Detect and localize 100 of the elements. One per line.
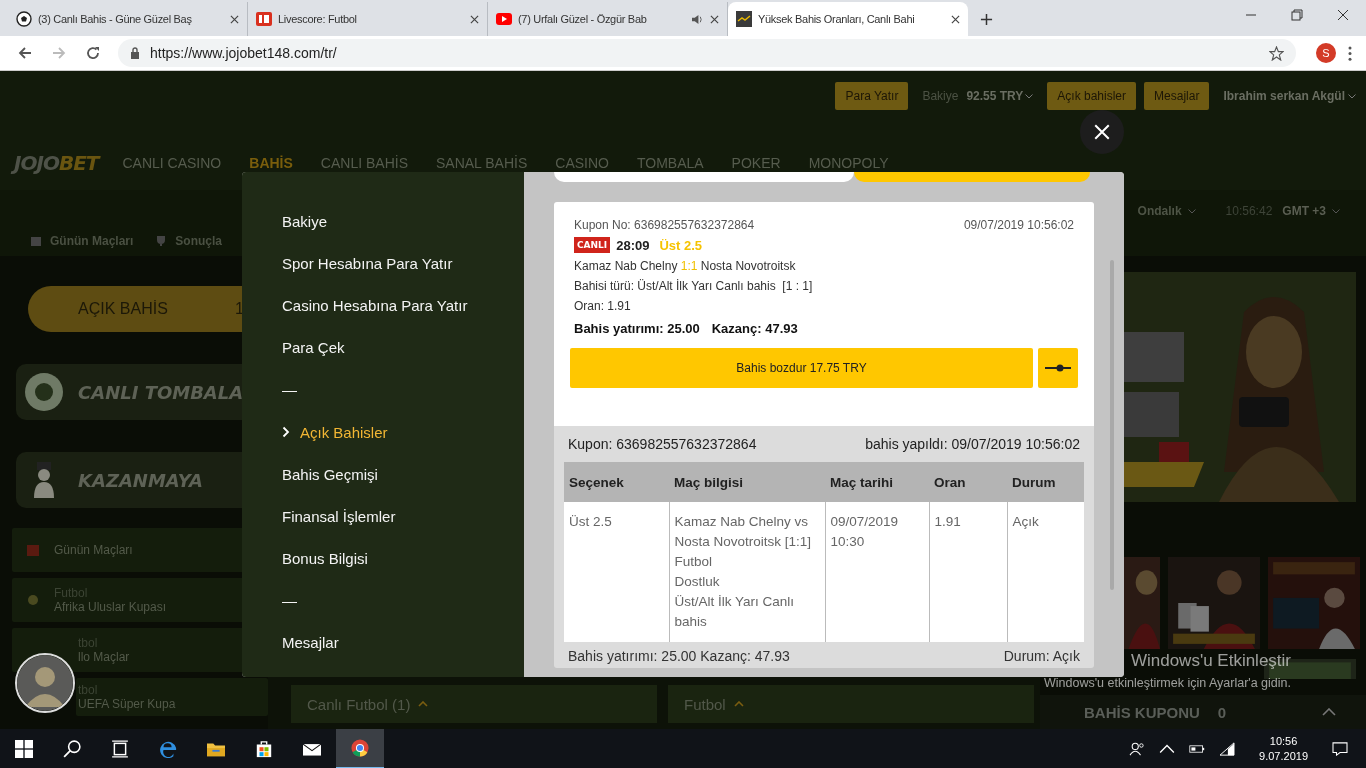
column-header: Durum — [1007, 462, 1084, 502]
item-title: Afrika Uluslar Kupası — [54, 600, 167, 614]
column-header: Oran — [929, 462, 1007, 502]
speaker-icon[interactable] — [691, 13, 704, 25]
battery-icon[interactable] — [1189, 742, 1206, 756]
tab-title: Livescore: Futbol — [278, 13, 358, 25]
address-field[interactable]: https://www.jojobet148.com/tr/ — [118, 39, 1296, 67]
nav-link[interactable]: SANAL BAHİS — [435, 154, 528, 171]
close-icon[interactable] — [951, 14, 960, 24]
coupon-date: 09/07/2019 10:56:02 — [963, 218, 1074, 232]
activation-text: Windows'u etkinleştirmek için Ayarlar'a gidin. — [1044, 676, 1291, 690]
chevron-down-icon — [1025, 93, 1034, 99]
header-button[interactable]: Mesajlar — [1144, 82, 1210, 110]
bet-odds: Oran: 1.91 — [573, 298, 632, 313]
ball-icon — [26, 593, 40, 607]
close-icon[interactable] — [470, 14, 479, 24]
menu-item[interactable]: Bakiye — [282, 200, 524, 243]
bet-type: Bahisi türü: Üst/Alt İlk Yarı Canlı bahis [1 : 1] — [573, 278, 814, 293]
table-cell: Üst 2.5 — [564, 502, 669, 642]
chevron-down-icon — [1332, 208, 1340, 214]
slider-button[interactable] — [1038, 348, 1078, 388]
menu-item[interactable]: Mesajlar — [282, 621, 524, 665]
match-minute: 28:09 — [616, 237, 650, 253]
menu-item[interactable]: Açık Bahisler — [282, 410, 524, 454]
header-button[interactable]: Açık bahisler — [1047, 82, 1137, 110]
close-icon — [1093, 123, 1111, 141]
profile-avatar[interactable]: S — [1316, 43, 1336, 63]
column-header: Maç tarihi — [825, 462, 929, 502]
section-header[interactable]: Canlı Futbol (1) — [291, 685, 657, 723]
search-icon — [63, 740, 81, 758]
chevron-down-icon — [1348, 93, 1356, 99]
section-header[interactable]: Futbol — [668, 685, 1034, 723]
menu-icon[interactable] — [1348, 45, 1352, 61]
url-text: https://www.jojobet148.com/tr/ — [150, 45, 338, 61]
column-header: Maç bilgisi — [669, 462, 825, 502]
sub-nav-link[interactable]: Günün Maçları — [30, 234, 134, 248]
taskbar-button[interactable] — [336, 729, 384, 768]
wifi-icon[interactable] — [1219, 742, 1236, 756]
match-teams: Kamaz Nab Chelny 1:1 Nosta Novotroitsk — [573, 258, 797, 273]
menu-separator: — — [282, 380, 298, 401]
nav-link[interactable]: CASINO — [555, 154, 609, 171]
bet-status: Durum: Açık — [1003, 648, 1080, 664]
play-icon — [496, 11, 512, 27]
browser-e-icon — [159, 740, 177, 758]
menu-item[interactable]: Finansal İşlemler — [282, 495, 524, 538]
timezone-select[interactable]: GMT +3 — [1282, 204, 1340, 218]
nav-link[interactable]: CANLI CASINO — [122, 154, 222, 171]
chevron-up-icon[interactable] — [1159, 742, 1176, 756]
nav-link[interactable]: BAHİS — [249, 154, 293, 171]
taskbar-clock[interactable]: 10:56 9.07.2019 — [1259, 734, 1308, 764]
item-title: Günün Maçları — [54, 543, 133, 557]
avatar[interactable] — [15, 653, 75, 713]
coupon-number: Kupon No: 636982557632372864 — [574, 218, 755, 232]
menu-item[interactable]: Bonus Bilgisi — [282, 537, 524, 580]
calendar-icon — [30, 235, 42, 247]
notification-icon[interactable] — [1332, 742, 1348, 756]
item-title: llo Maçlar — [78, 650, 130, 664]
nav-link[interactable]: MONOPOLY — [808, 154, 889, 171]
windows-icon — [15, 740, 33, 758]
new-tab-icon[interactable] — [980, 13, 993, 26]
tab-title: (7) Urfalı Güzel - Özgür Bab — [518, 13, 648, 25]
stake-amount: Bahis yatırımı: 25.00 — [574, 321, 700, 336]
task-view-icon — [111, 740, 129, 758]
bet-summary: Bahis yatırımı: 25.00 Kazanç: 47.93 — [568, 648, 790, 664]
browser-tab[interactable]: Yüksek Bahis Oranları, Canlı Bahi — [728, 2, 968, 36]
menu-item[interactable]: Spor Hesabına Para Yatır — [282, 242, 524, 285]
live-badge: CANLI — [574, 237, 611, 253]
soccer-ball-icon — [16, 11, 32, 27]
chrome-icon — [351, 739, 369, 757]
people-icon[interactable] — [1129, 742, 1146, 756]
menu-item[interactable]: Para Çek — [282, 326, 524, 369]
balance-value[interactable]: 92.55 TRY — [966, 89, 1034, 103]
user-menu[interactable]: Ibrahim serkan Akgül — [1223, 82, 1356, 110]
site-icon — [736, 11, 752, 27]
table-cell: Açık — [1007, 502, 1084, 642]
coupon-id: Kupon: 636982557632372864 — [568, 436, 757, 452]
chevron-right-icon — [282, 426, 290, 439]
cashout-button[interactable]: Bahis bozdur 17.75 TRY — [570, 348, 1033, 388]
close-icon[interactable] — [710, 14, 719, 24]
sub-nav-link[interactable]: Sonuçla — [155, 234, 223, 248]
menu-item[interactable]: Bahis Geçmişi — [282, 453, 524, 496]
balance-label: Bakiye — [922, 89, 959, 103]
chevron-up-icon — [418, 701, 429, 707]
menu-item[interactable]: Casino Hesabına Para Yatır — [282, 284, 524, 327]
nav-link[interactable]: TOMBALA — [636, 154, 704, 171]
close-icon[interactable] — [230, 14, 239, 24]
star-icon[interactable] — [1269, 45, 1284, 61]
lock-icon — [130, 47, 140, 59]
column-header: Seçenek — [564, 462, 669, 502]
chevron-up-icon — [733, 701, 744, 707]
slider-icon — [1045, 364, 1071, 372]
bet-pick: Üst 2.5 — [659, 237, 703, 253]
nav-link[interactable]: POKER — [731, 154, 781, 171]
odds-format-select[interactable]: Ondalık — [1137, 204, 1196, 218]
placed-date: bahis yapıldı: 09/07/2019 10:56:02 — [865, 436, 1080, 452]
bet-slip-bar[interactable]: BAHİS KUPONU 0 — [1040, 695, 1366, 729]
nav-link[interactable]: CANLI BAHİS — [320, 154, 408, 171]
header-button[interactable]: Para Yatır — [835, 82, 909, 110]
item-title: UEFA Süper Kupa — [78, 697, 176, 711]
menu-separator: — — [282, 591, 298, 612]
